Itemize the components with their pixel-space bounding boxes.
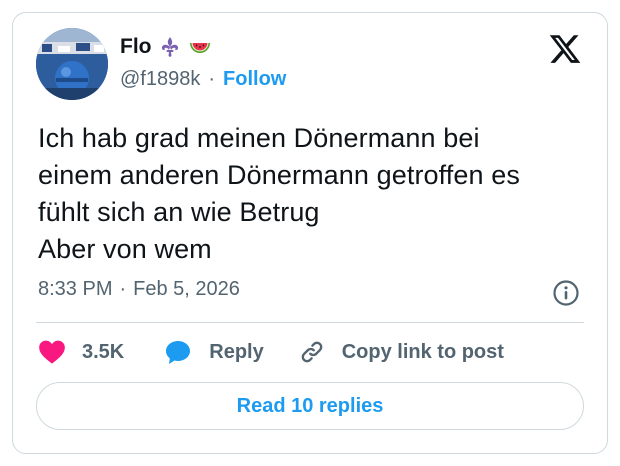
- x-logo-icon[interactable]: [548, 32, 582, 66]
- reply-label: Reply: [209, 340, 264, 363]
- like-count: 3.5K: [82, 340, 125, 363]
- author-display-name[interactable]: Flo: [120, 35, 152, 59]
- author-name-row: Flo: [120, 32, 212, 62]
- separator-dot: ·: [119, 278, 127, 300]
- like-button[interactable]: 3.5K: [38, 339, 124, 365]
- author-handle-row: @f1898k · Follow: [120, 68, 286, 91]
- fleur-de-lis-icon: [161, 37, 178, 57]
- avatar-image: [36, 28, 108, 100]
- separator-dot: ·: [208, 68, 216, 90]
- copy-link-label: Copy link to post: [341, 340, 504, 363]
- copy-link-button[interactable]: Copy link to post: [298, 338, 504, 366]
- action-bar: 3.5K Reply Copy link to post: [38, 336, 504, 368]
- read-replies-button[interactable]: Read 10 replies: [36, 382, 584, 430]
- post-timestamp[interactable]: 8:33 PM · Feb 5, 2026: [38, 278, 240, 301]
- post-time[interactable]: 8:33 PM: [38, 278, 112, 301]
- heart-icon: [39, 340, 65, 364]
- info-icon[interactable]: [552, 279, 580, 307]
- avatar[interactable]: [36, 28, 108, 100]
- author-handle[interactable]: @f1898k: [120, 68, 200, 91]
- divider: [36, 322, 584, 323]
- watermelon-icon: [189, 43, 210, 53]
- reply-bubble-icon: [166, 341, 191, 364]
- post-date[interactable]: Feb 5, 2026: [133, 278, 240, 301]
- reply-button[interactable]: Reply: [164, 339, 264, 365]
- follow-button[interactable]: Follow: [223, 68, 286, 91]
- link-icon: [301, 341, 323, 363]
- post-text: Ich hab grad meinen Dönermann bei einem …: [38, 123, 520, 264]
- read-replies-label: Read 10 replies: [236, 394, 384, 417]
